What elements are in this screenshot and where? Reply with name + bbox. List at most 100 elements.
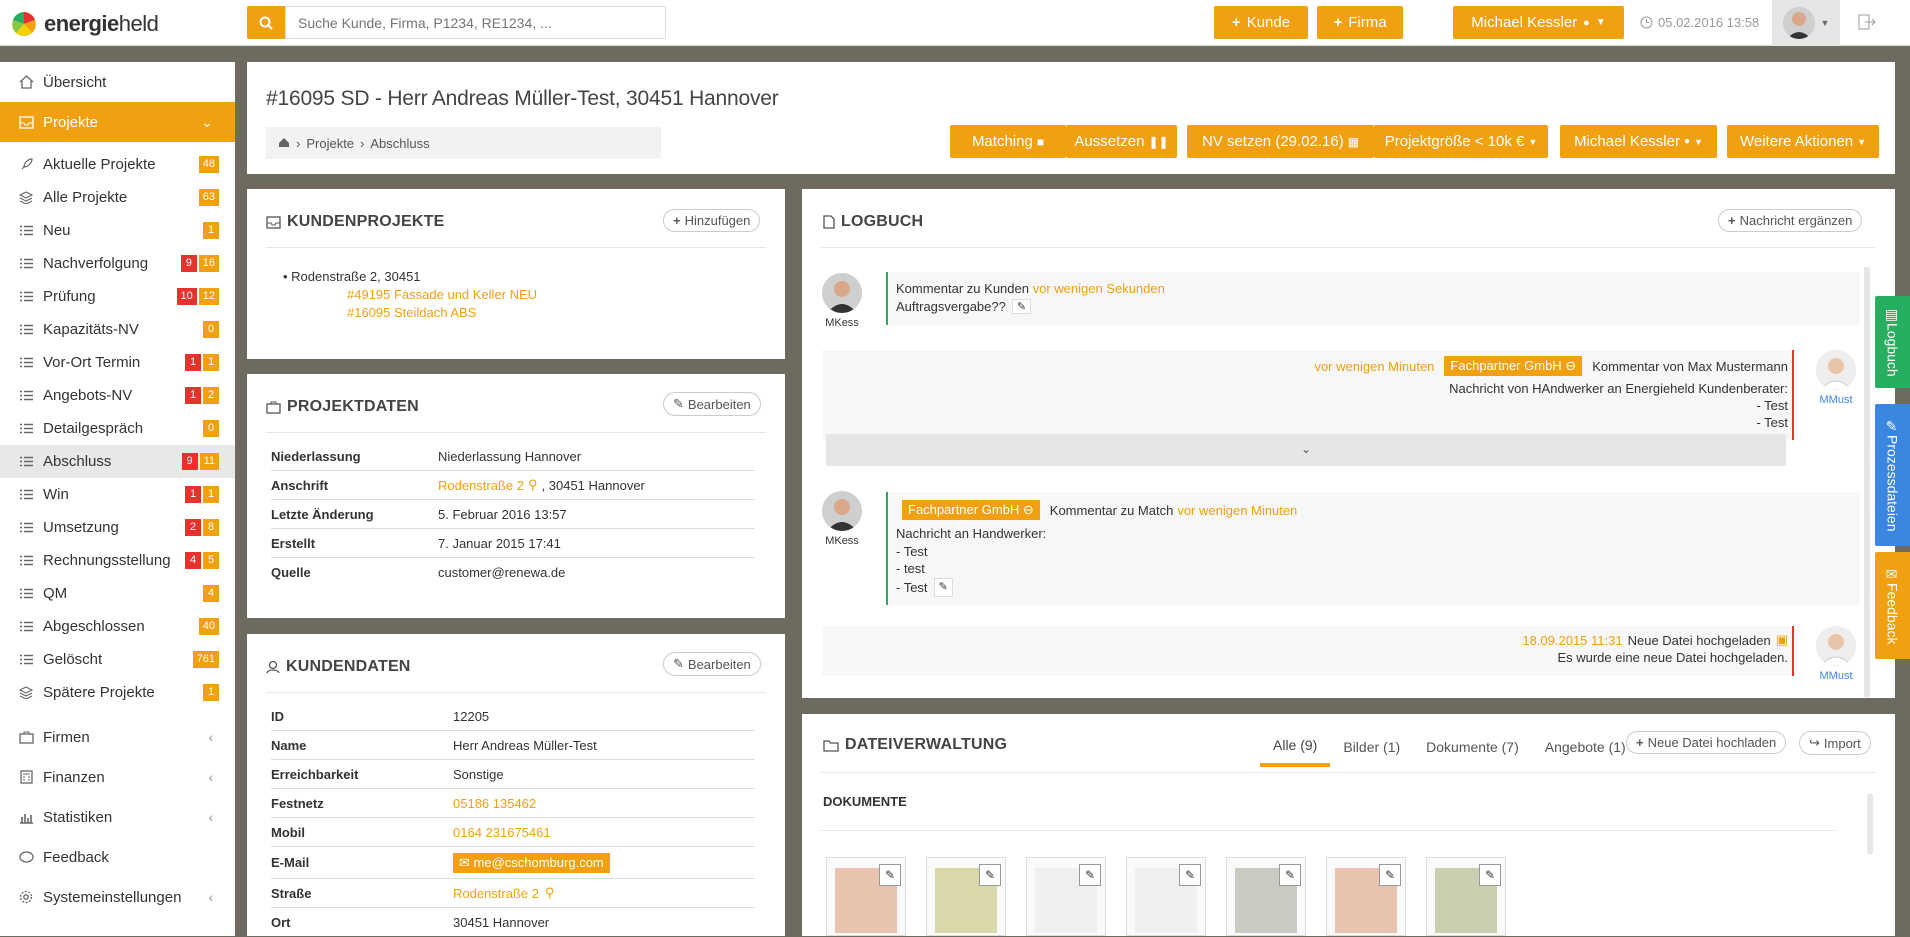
map-marker-icon[interactable]: ⚲ <box>545 885 555 901</box>
sidebar-item-label: Vor-Ort Termin <box>43 354 141 371</box>
sidebar-item-label: Neu <box>43 222 71 239</box>
breadcrumb-item[interactable]: Abschluss <box>370 136 429 151</box>
scrollbar[interactable] <box>1864 267 1870 697</box>
sidebar-item-settings[interactable]: Systemeinstellungen ‹ <box>0 877 235 917</box>
user-icon: ● <box>1583 16 1590 29</box>
street-link[interactable]: Rodenstraße 2 <box>453 886 539 901</box>
sidebar-item-status[interactable]: Abschluss 9 11 <box>0 445 235 478</box>
sidebar-item-label: Feedback <box>43 848 109 866</box>
add-project-button[interactable]: + Hinzufügen <box>663 209 761 232</box>
set-nv-button[interactable]: NV setzen (29.02.16) ▦ <box>1187 125 1374 158</box>
pencil-icon[interactable]: ✎ <box>1279 864 1301 886</box>
count-badge: 2 <box>203 387 219 404</box>
import-button[interactable]: ↪ Import <box>1799 731 1871 755</box>
sidebar-item-status[interactable]: Kapazitäts-NV 0 <box>0 313 235 346</box>
tab-all[interactable]: Alle (9) <box>1260 727 1331 767</box>
sidebar-item-status[interactable]: QM 4 <box>0 577 235 610</box>
image-icon: ▣ <box>1775 632 1788 647</box>
sidebar-item-label: Gelöscht <box>43 651 103 668</box>
avatar-menu[interactable]: ▼ <box>1772 0 1840 46</box>
sidebar-item-status[interactable]: Vor-Ort Termin 1 1 <box>0 346 235 379</box>
sidebar-item-status[interactable]: Umsetzung 2 8 <box>0 511 235 544</box>
pencil-icon[interactable]: ✎ <box>1179 864 1201 886</box>
sidebar-item-feedback[interactable]: Feedback <box>0 837 235 877</box>
logout-icon[interactable] <box>1857 12 1877 36</box>
address-link[interactable]: Rodenstraße 2 <box>438 478 524 493</box>
logo[interactable]: energieheld <box>10 10 159 38</box>
list-icon <box>18 423 34 434</box>
list-icon <box>18 489 34 500</box>
process-files-sidetab[interactable]: ✎ Prozessdateien <box>1875 404 1910 546</box>
user-menu-button[interactable]: Michael Kessler ● ▼ <box>1453 6 1624 39</box>
pencil-icon[interactable]: ✎ <box>879 864 901 886</box>
mobile-link[interactable]: 0164 231675461 <box>453 825 551 840</box>
document-thumbnail[interactable]: ✎ <box>1026 857 1106 936</box>
pencil-icon[interactable]: ✎ <box>979 864 1001 886</box>
sidebar-item-status[interactable]: Gelöscht 761 <box>0 643 235 676</box>
phone-link[interactable]: 05186 135462 <box>453 796 536 811</box>
search-input[interactable] <box>285 6 666 39</box>
timestamp: 05.02.2016 13:58 <box>1640 15 1759 30</box>
add-message-button[interactable]: + Nachricht ergänzen <box>1718 209 1863 232</box>
tab-offers[interactable]: Angebote (1) <box>1532 727 1639 767</box>
sidebar-item-label: Nachverfolgung <box>43 255 149 272</box>
sidebar-item-status[interactable]: Neu 1 <box>0 214 235 247</box>
partner-tag[interactable]: Fachpartner GmbH ⊖ <box>1444 356 1583 376</box>
sidebar-item-status[interactable]: Aktuelle Projekte 48 <box>0 148 235 181</box>
pencil-icon[interactable]: ✎ <box>1479 864 1501 886</box>
scrollbar[interactable] <box>1867 794 1873 854</box>
pause-button[interactable]: Aussetzen ❚❚ <box>1066 125 1177 158</box>
upload-file-button[interactable]: + Neue Datei hochladen <box>1626 731 1787 754</box>
more-actions-dropdown[interactable]: Weitere Aktionen ▼ <box>1727 125 1879 158</box>
sidebar-item-projects[interactable]: Projekte ⌄ <box>0 102 235 142</box>
document-thumbnail[interactable]: ✎ <box>1126 857 1206 936</box>
sidebar-item-status[interactable]: Detailgespräch 0 <box>0 412 235 445</box>
sidebar-item-label: Detailgespräch <box>43 420 144 437</box>
email-button[interactable]: ✉ me@cschomburg.com <box>453 852 610 873</box>
owner-dropdown[interactable]: Michael Kessler ● ▼ <box>1560 125 1717 158</box>
document-thumbnail[interactable]: ✎ <box>1226 857 1306 936</box>
edit-customer-button[interactable]: ✎ Bearbeiten <box>663 652 761 676</box>
sidebar-item-firms[interactable]: Firmen ‹ <box>0 717 235 757</box>
search-button[interactable] <box>247 6 285 39</box>
sidebar-item-status[interactable]: Win 1 1 <box>0 478 235 511</box>
tab-images[interactable]: Bilder (1) <box>1330 727 1413 767</box>
document-thumbnail[interactable]: ✎ <box>1326 857 1406 936</box>
document-thumbnail[interactable]: ✎ <box>926 857 1006 936</box>
home-icon[interactable] <box>278 136 290 151</box>
add-customer-button[interactable]: + Kunde <box>1214 6 1308 39</box>
sidebar-item-label: Finanzen <box>43 768 105 786</box>
sidebar-item-status[interactable]: Prüfung 10 12 <box>0 280 235 313</box>
pencil-icon[interactable]: ✎ <box>1379 864 1401 886</box>
project-size-dropdown[interactable]: Projektgröße < 10k € ▼ <box>1374 125 1548 158</box>
pencil-icon[interactable]: ✎ <box>1079 864 1101 886</box>
tab-documents[interactable]: Dokumente (7) <box>1413 727 1532 767</box>
count-badges: 11 <box>185 354 219 371</box>
sidebar-item-status[interactable]: Angebots-NV 1 2 <box>0 379 235 412</box>
sidebar-item-status[interactable]: Spätere Projekte 1 <box>0 676 235 709</box>
project-link[interactable]: #16095 Steildach ABS <box>347 305 476 320</box>
document-thumbnail[interactable]: ✎ <box>826 857 906 936</box>
panel-title: Kundendaten <box>266 658 411 676</box>
sidebar-item-status[interactable]: Abgeschlossen 40 <box>0 610 235 643</box>
sidebar-item-stats[interactable]: Statistiken ‹ <box>0 797 235 837</box>
edit-entry-button[interactable]: ✎ <box>933 577 953 597</box>
edit-entry-button[interactable]: ✎ <box>1011 299 1032 314</box>
sidebar-item-status[interactable]: Rechnungsstellung 4 5 <box>0 544 235 577</box>
document-thumbnail[interactable]: ✎ <box>1426 857 1506 936</box>
sidebar-item-finances[interactable]: Finanzen ‹ <box>0 757 235 797</box>
expand-button[interactable]: ⌄ <box>826 434 1786 466</box>
breadcrumb-item[interactable]: Projekte <box>306 136 354 151</box>
feedback-sidetab[interactable]: ✉ Feedback <box>1875 552 1910 659</box>
sidebar-item-overview[interactable]: Übersicht <box>0 62 235 102</box>
edit-project-button[interactable]: ✎ Bearbeiten <box>663 392 761 416</box>
partner-tag[interactable]: Fachpartner GmbH ⊖ <box>902 500 1040 520</box>
sidebar-item-status[interactable]: Alle Projekte 63 <box>0 181 235 214</box>
project-link[interactable]: #49195 Fassade und Keller NEU <box>347 287 537 302</box>
matching-button[interactable]: Matching ■ <box>950 125 1066 158</box>
count-badge: 1 <box>203 222 219 239</box>
add-company-button[interactable]: + Firma <box>1317 6 1403 39</box>
map-marker-icon[interactable]: ⚲ <box>528 477 538 493</box>
logbook-sidetab[interactable]: ▤ Logbuch <box>1875 296 1910 388</box>
sidebar-item-status[interactable]: Nachverfolgung 9 16 <box>0 247 235 280</box>
